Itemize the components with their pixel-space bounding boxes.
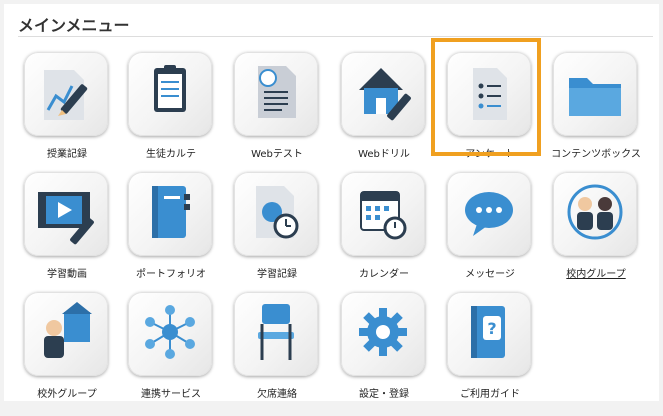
folder-icon [553, 52, 637, 136]
menu-item-label: 学習動画 [47, 269, 87, 280]
menu-item-label: 授業記録 [47, 149, 87, 160]
menu-item-calendar[interactable]: カレンダー [331, 172, 437, 296]
student-chart-icon [128, 52, 212, 136]
network-icon [128, 292, 212, 376]
menu-item-school-group[interactable]: 校内グループ [543, 172, 649, 296]
menu-item-label: 欠席連絡 [257, 389, 297, 400]
menu-item-label: Webテスト [251, 149, 303, 160]
menu-item-learning-video[interactable]: 学習動画 [14, 172, 120, 296]
menu-item-web-test[interactable]: Webテスト [224, 52, 330, 176]
web-test-icon [234, 52, 318, 136]
menu-item-label: ポートフォリオ [136, 269, 206, 280]
school-group-icon [553, 172, 637, 256]
video-icon [24, 172, 108, 256]
menu-item-label: 設定・登録 [359, 389, 409, 400]
menu-item-label: 校内グループ [566, 269, 626, 280]
menu-item-settings[interactable]: 設定・登録 [331, 292, 437, 416]
lesson-record-icon [24, 52, 108, 136]
menu-item-label: 校外グループ [37, 389, 97, 400]
portfolio-icon [128, 172, 212, 256]
menu-item-label: 学習記録 [257, 269, 297, 280]
menu-item-portfolio[interactable]: ポートフォリオ [118, 172, 224, 296]
menu-item-label: ご利用ガイド [460, 389, 520, 400]
menu-item-label: Webドリル [358, 149, 410, 160]
menu-item-external-group[interactable]: 校外グループ [14, 292, 120, 416]
menu-title: メインメニュー [18, 16, 130, 35]
menu-item-linked-services[interactable]: 連携サービス [118, 292, 224, 416]
svg-text:?: ? [487, 319, 496, 338]
calendar-icon [341, 172, 425, 256]
message-icon [447, 172, 531, 256]
menu-item-user-guide[interactable]: ? ご利用ガイド [437, 292, 543, 416]
learning-record-icon [234, 172, 318, 256]
menu-item-label: コンテンツボックス [551, 149, 641, 160]
menu-item-content-box[interactable]: コンテンツボックス [543, 52, 649, 176]
menu-item-message[interactable]: メッセージ [437, 172, 543, 296]
menu-item-learning-record[interactable]: 学習記録 [224, 172, 330, 296]
menu-item-student-chart[interactable]: 生徒カルテ [118, 52, 224, 176]
menu-item-label: カレンダー [359, 269, 409, 280]
menu-item-label: 連携サービス [141, 389, 201, 400]
guide-icon: ? [447, 292, 531, 376]
external-group-icon [24, 292, 108, 376]
menu-item-label: 生徒カルテ [146, 149, 196, 160]
selected-item-highlight [431, 38, 541, 156]
chair-icon [234, 292, 318, 376]
menu-item-lesson-record[interactable]: 授業記録 [14, 52, 120, 176]
web-drill-icon [341, 52, 425, 136]
menu-item-label: メッセージ [465, 269, 515, 280]
gear-icon [341, 292, 425, 376]
title-divider [18, 36, 653, 37]
menu-item-absence-notice[interactable]: 欠席連絡 [224, 292, 330, 416]
menu-item-web-drill[interactable]: Webドリル [331, 52, 437, 176]
